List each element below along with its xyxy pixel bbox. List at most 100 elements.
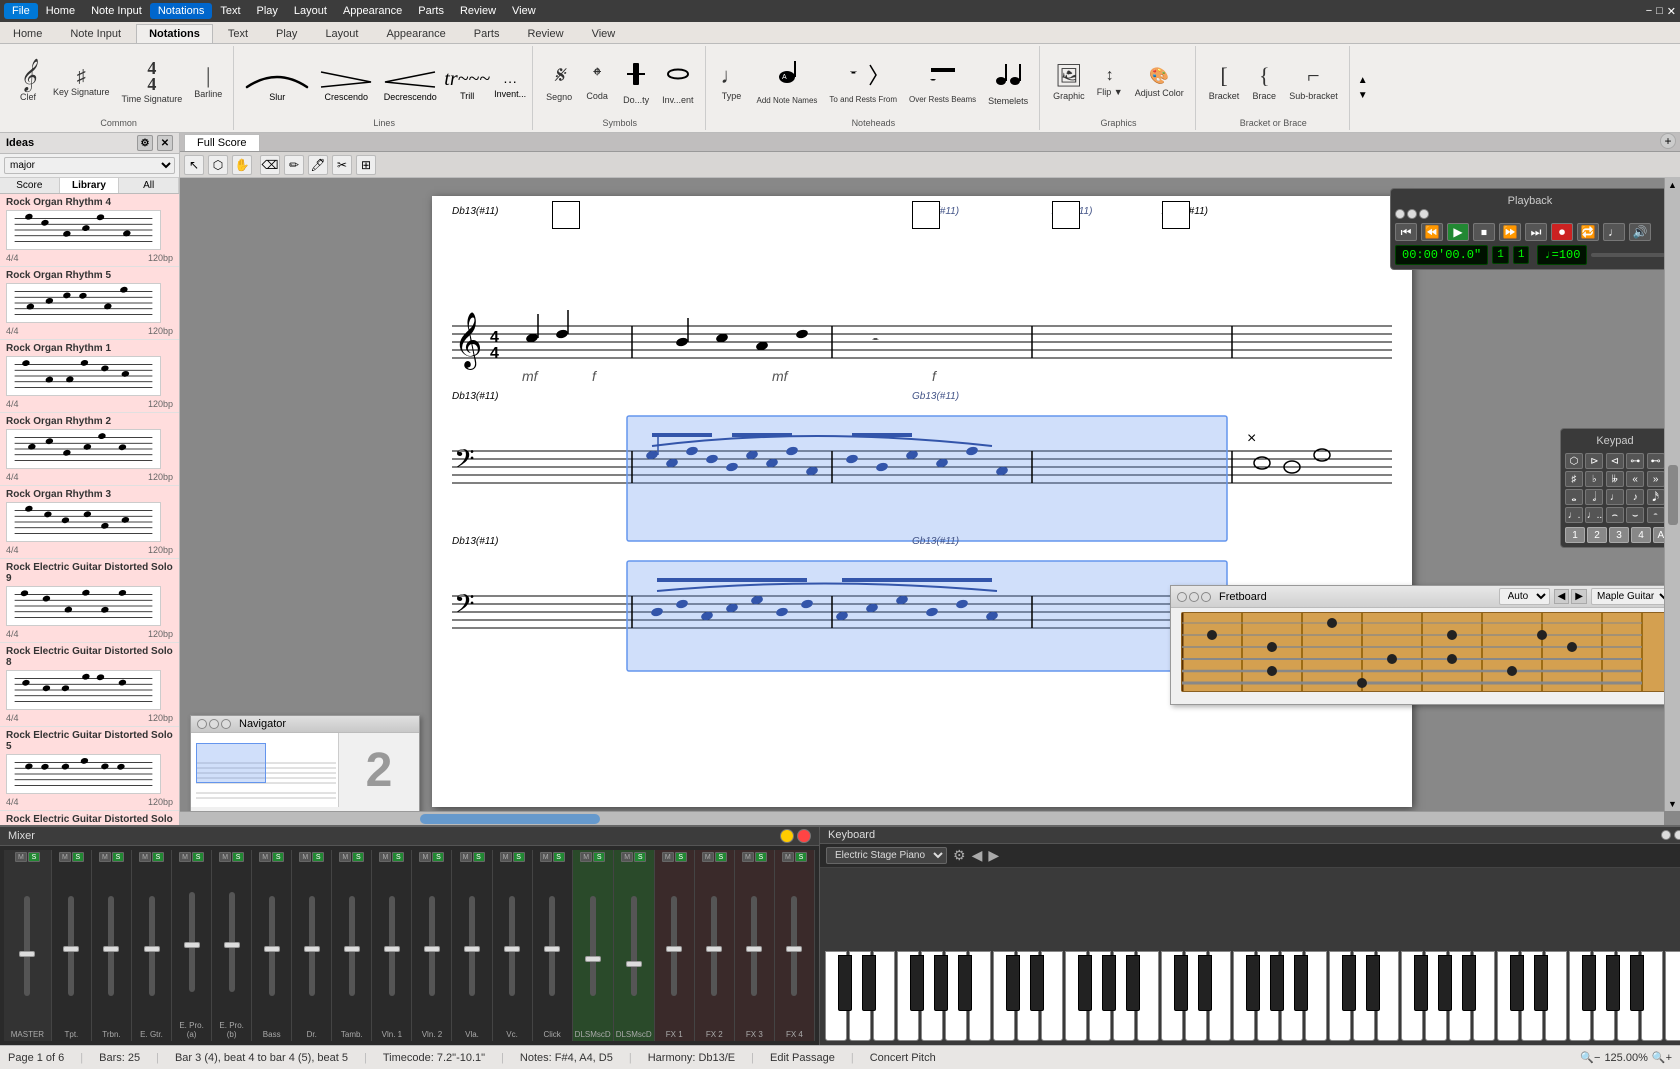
menu-file[interactable]: File <box>4 3 38 19</box>
playback-metronome-button[interactable]: ♩ <box>1603 223 1625 241</box>
piano-black-key-4-0[interactable] <box>1510 955 1524 1011</box>
ch-fader-13[interactable] <box>544 946 560 952</box>
ch-mute-5[interactable]: M <box>219 852 231 862</box>
ch-fader-0[interactable] <box>19 951 35 957</box>
kp-tool-4[interactable]: ⊶ <box>1626 453 1644 469</box>
tab-note-input[interactable]: Note Input <box>57 24 134 43</box>
piano-black-key-2-0[interactable] <box>1174 955 1188 1011</box>
tool-pan[interactable]: ✋ <box>232 155 252 175</box>
keyboard-settings-icon[interactable]: ⚙ <box>953 847 966 864</box>
kp-sharp[interactable]: ♯ <box>1565 471 1583 487</box>
piano-black-key-0-5[interactable] <box>958 955 972 1011</box>
tab-play[interactable]: Play <box>263 24 310 43</box>
ch-solo-4[interactable]: S <box>192 852 204 862</box>
piano-black-key-1-5[interactable] <box>1126 955 1140 1011</box>
piano-black-key-0-3[interactable] <box>910 955 924 1011</box>
ch-fader-7[interactable] <box>304 946 320 952</box>
keyboard-prev-icon[interactable]: ◀ <box>972 847 983 864</box>
piano-black-key-3-4[interactable] <box>1438 955 1452 1011</box>
ch-solo-7[interactable]: S <box>312 852 324 862</box>
playback-speaker-button[interactable]: 🔊 <box>1629 223 1651 241</box>
kp-prev[interactable]: « <box>1626 471 1644 487</box>
zoom-out-icon[interactable]: 🔍− <box>1580 1051 1600 1064</box>
ch-mute-0[interactable]: M <box>15 852 27 862</box>
piano-black-key-3-5[interactable] <box>1462 955 1476 1011</box>
ch-solo-5[interactable]: S <box>232 852 244 862</box>
ch-fader-15[interactable] <box>626 961 642 967</box>
slur-button[interactable]: Slur <box>242 62 312 102</box>
playback-window-dot-1[interactable] <box>1395 209 1405 219</box>
piano-black-key-1-4[interactable] <box>1102 955 1116 1011</box>
kp-dbl-flat[interactable]: 𝄫 <box>1606 471 1624 487</box>
add-note-names-button[interactable]: A Add Note Names <box>752 56 823 108</box>
ch-solo-17[interactable]: S <box>715 852 727 862</box>
piano-white-key-27[interactable] <box>1473 951 1495 1041</box>
symbols-invent-button[interactable]: Inv...ent <box>657 57 698 108</box>
ideas-close-button[interactable]: ✕ <box>157 135 173 151</box>
bracket-button[interactable]: [ Bracket <box>1204 60 1245 104</box>
keyboard-min-btn[interactable] <box>1674 830 1680 840</box>
piano-white-key-20[interactable] <box>1305 951 1327 1041</box>
tab-parts[interactable]: Parts <box>461 24 513 43</box>
menu-text[interactable]: Text <box>212 3 248 19</box>
key-signature-button[interactable]: ♯ Key Signature <box>48 64 115 100</box>
clef-button[interactable]: 𝄞 Clef <box>10 59 46 105</box>
tab-appearance[interactable]: Appearance <box>373 24 458 43</box>
menu-home[interactable]: Home <box>38 3 83 19</box>
ch-solo-15[interactable]: S <box>634 852 646 862</box>
fretboard-max-btn[interactable] <box>1201 592 1211 602</box>
fretboard-prev-btn[interactable]: ◀ <box>1554 589 1570 604</box>
tab-view[interactable]: View <box>579 24 629 43</box>
playback-rewind-button[interactable]: ⏮ <box>1395 223 1417 241</box>
fretboard-close-btn[interactable] <box>1177 592 1187 602</box>
ch-fader-18[interactable] <box>746 946 762 952</box>
flip-button[interactable]: ↕ Flip ▼ <box>1092 64 1128 100</box>
kp-next[interactable]: » <box>1647 471 1665 487</box>
mixer-close-btn[interactable] <box>797 829 811 843</box>
keyboard-close-btn[interactable] <box>1661 830 1671 840</box>
ch-fader-6[interactable] <box>264 946 280 952</box>
score-library-item-3[interactable]: Rock Organ Rhythm 2 4/4 120bp <box>0 413 179 486</box>
ch-solo-14[interactable]: S <box>593 852 605 862</box>
piano-white-key-13[interactable] <box>1137 951 1159 1041</box>
score-tab-full[interactable]: Full Score <box>184 134 260 151</box>
ch-fader-19[interactable] <box>786 946 802 952</box>
nav-expand-button[interactable] <box>221 719 231 729</box>
tab-layout[interactable]: Layout <box>312 24 371 43</box>
piano-white-key-35[interactable] <box>1665 951 1680 1041</box>
ch-solo-18[interactable]: S <box>755 852 767 862</box>
ribbon-scroll-down[interactable]: ▼ <box>1356 88 1370 103</box>
score-canvas[interactable]: Db13(#11) Gb13(#11) A13(#11) Ab13(#11) <box>180 178 1680 825</box>
keyboard-instrument-select[interactable]: Electric Stage Piano <box>826 847 947 864</box>
menu-view[interactable]: View <box>504 3 544 19</box>
coda-button[interactable]: 𝄌 Coda <box>579 60 615 104</box>
ch-mute-11[interactable]: M <box>460 852 472 862</box>
keyboard-keys[interactable] <box>820 868 1680 1045</box>
ch-solo-0[interactable]: S <box>28 852 40 862</box>
playback-stop-button[interactable]: ⏹ <box>1473 223 1495 241</box>
playback-window-dot-3[interactable] <box>1419 209 1429 219</box>
ch-mute-16[interactable]: M <box>662 852 674 862</box>
tab-home[interactable]: Home <box>0 24 55 43</box>
tool-eraser[interactable]: ⌫ <box>260 155 280 175</box>
crescendo-button[interactable]: Crescendo <box>316 62 376 102</box>
tab-all[interactable]: All <box>119 178 179 193</box>
nav-viewport[interactable] <box>196 743 266 783</box>
piano-black-key-3-0[interactable] <box>1342 955 1356 1011</box>
ch-fader-16[interactable] <box>666 946 682 952</box>
ch-mute-10[interactable]: M <box>419 852 431 862</box>
kp-tool-2[interactable]: ⊳ <box>1585 453 1603 469</box>
sub-bracket-button[interactable]: ⌐ Sub-bracket <box>1284 60 1343 104</box>
segno-button[interactable]: 𝄋 Segno <box>541 60 577 105</box>
ideas-settings-button[interactable]: ⚙ <box>137 135 153 151</box>
ch-mute-15[interactable]: M <box>621 852 633 862</box>
kp-voice-4[interactable]: 4 <box>1631 527 1651 543</box>
nav-overview[interactable] <box>191 733 339 807</box>
piano-black-key-4-3[interactable] <box>1582 955 1596 1011</box>
ch-fader-9[interactable] <box>384 946 400 952</box>
ch-mute-3[interactable]: M <box>139 852 151 862</box>
fretboard-auto-select[interactable]: Auto <box>1499 588 1550 605</box>
piano-white-key-34[interactable] <box>1641 951 1663 1041</box>
playback-loop-button[interactable]: 🔁 <box>1577 223 1599 241</box>
menu-play[interactable]: Play <box>249 3 286 19</box>
